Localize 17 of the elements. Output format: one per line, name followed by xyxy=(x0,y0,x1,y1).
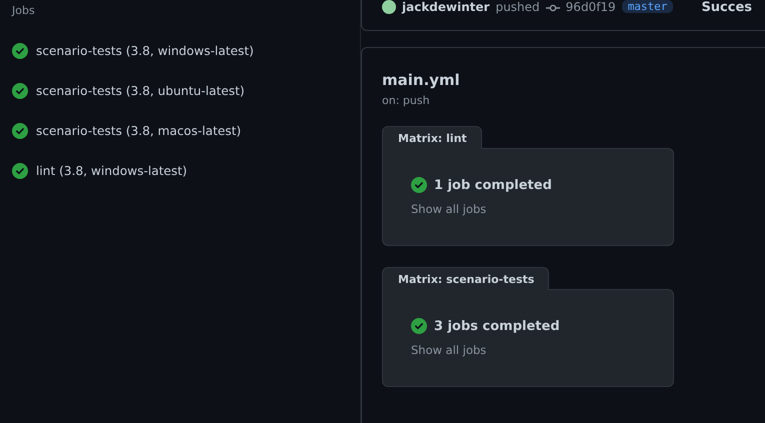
show-jobs-link[interactable]: Show all jobs xyxy=(411,343,486,357)
job-link[interactable]: scenario-tests (3.8, macos-latest) xyxy=(36,124,241,138)
show-jobs-link[interactable]: Show all jobs xyxy=(411,202,486,216)
avatar xyxy=(382,0,396,14)
branch-label[interactable]: master xyxy=(622,0,674,13)
workflow-file: main.yml xyxy=(382,71,461,89)
action-text: pushed xyxy=(496,0,540,14)
actor-name[interactable]: jackdewinter xyxy=(402,0,490,14)
job-link[interactable]: lint (3.8, windows-latest) xyxy=(36,164,188,178)
commit-hash[interactable]: 96d0f19 xyxy=(566,0,616,14)
result-text: 3 jobs completed xyxy=(434,318,560,334)
trigger-text: on: push xyxy=(382,94,431,107)
status-text: Succes xyxy=(701,0,752,15)
jobs-heading: Jobs xyxy=(10,3,36,19)
job-link[interactable]: scenario-tests (3.8, windows-latest) xyxy=(36,44,254,58)
job-link[interactable]: scenario-tests (3.8, ubuntu-latest) xyxy=(36,84,245,98)
result-text: 1 job completed xyxy=(434,178,552,192)
